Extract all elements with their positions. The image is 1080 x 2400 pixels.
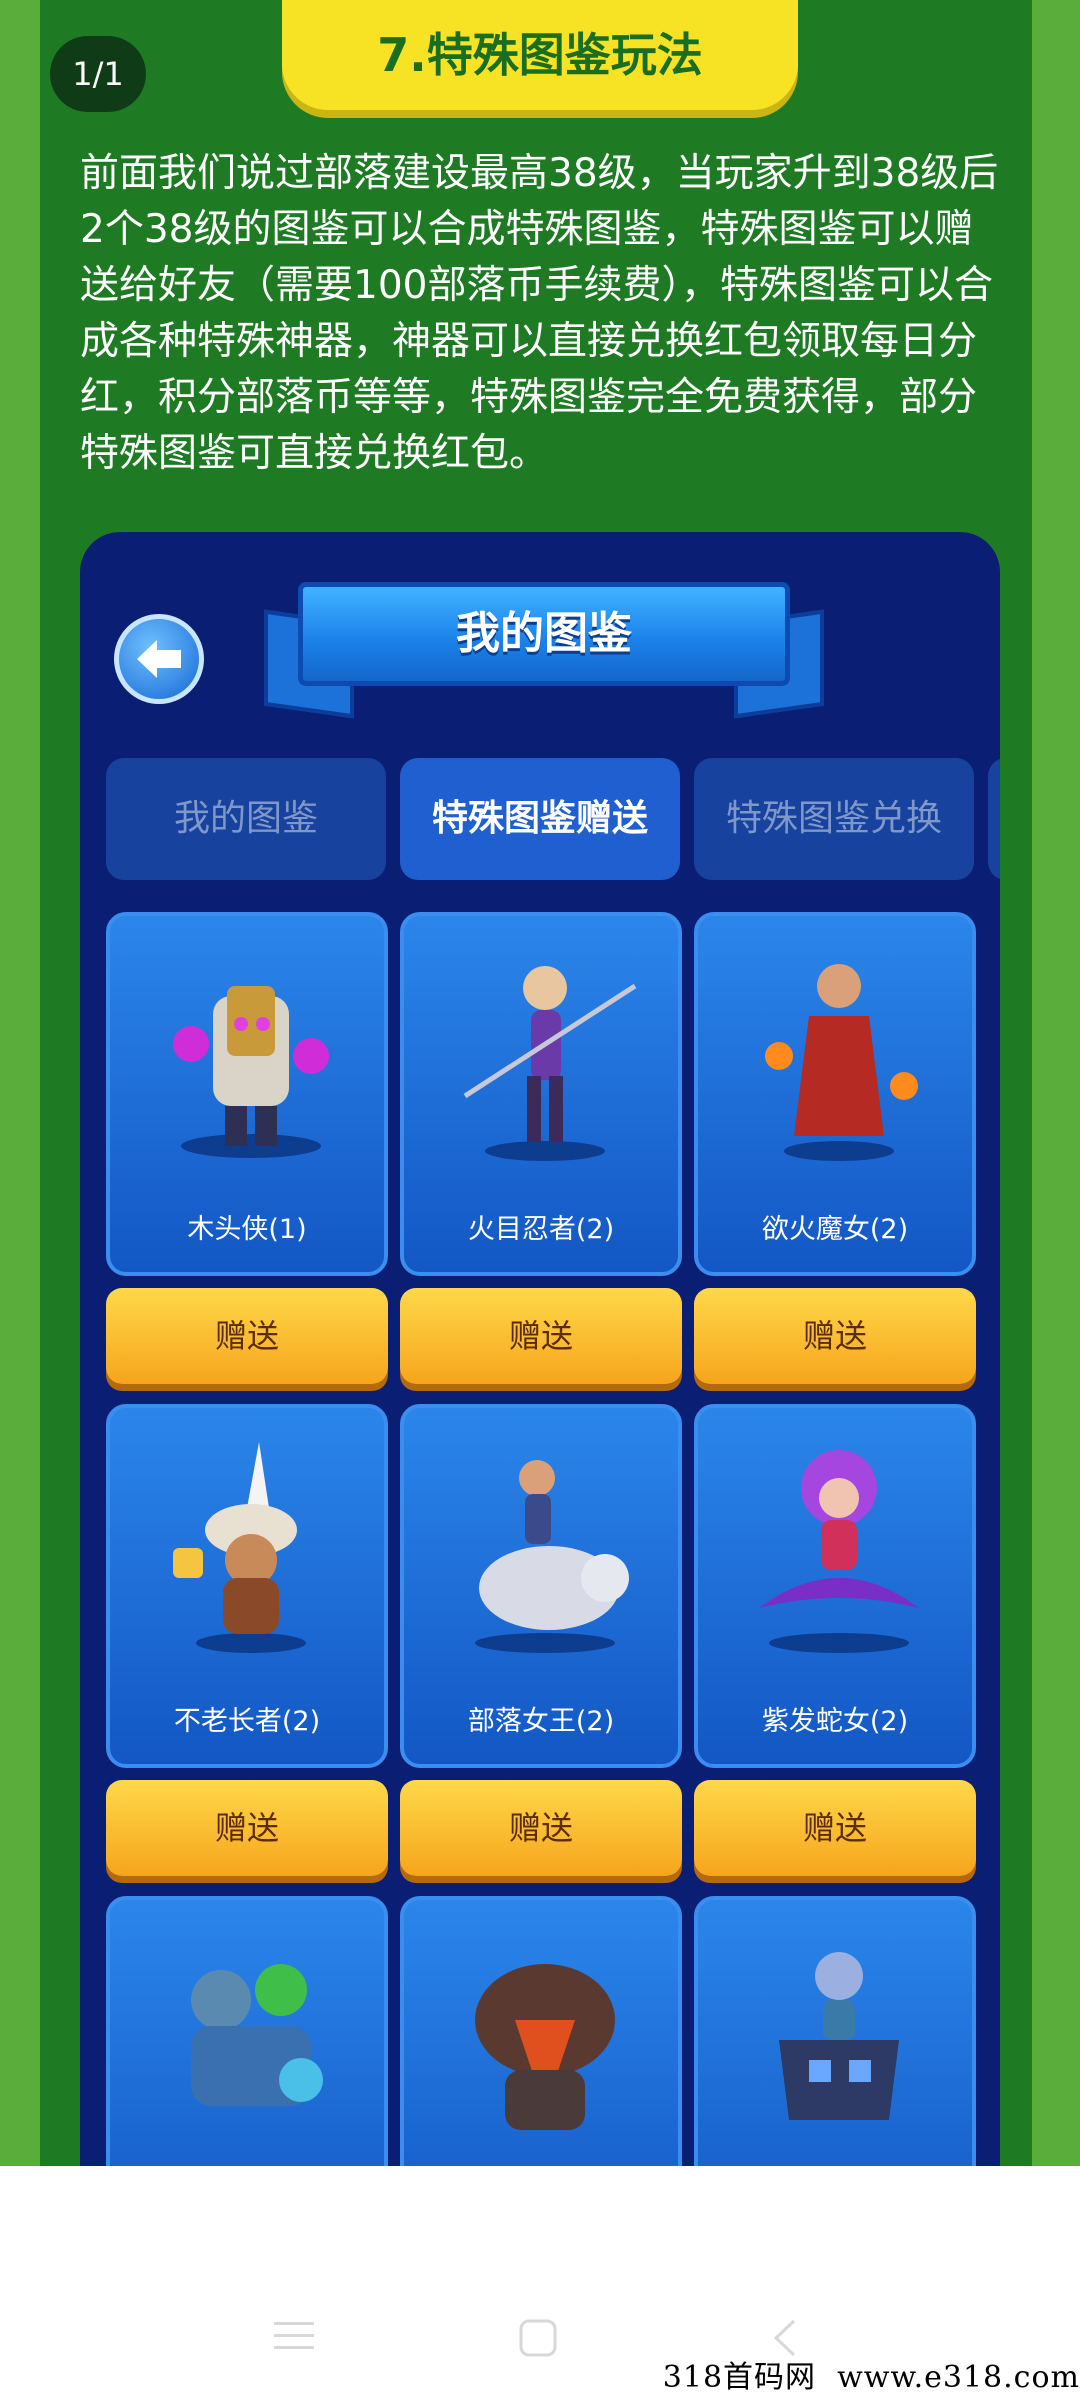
card-name: 欲火魔女(2) — [761, 1214, 909, 1245]
game-screenshot: 我的图鉴 我的图鉴 特殊图鉴赠送 特殊图鉴兑换 木头侠(1) 火目忍者(2) 欲… — [80, 532, 1000, 2232]
card-name: 部落女王(2) — [467, 1706, 615, 1737]
header-title: 我的图鉴 — [298, 582, 790, 686]
watermark: 318首码网 www.e318.com — [662, 2360, 1080, 2395]
gift-button[interactable]: 赠送 — [106, 1288, 388, 1384]
hero-portrait-icon — [765, 964, 918, 1161]
hero-portrait-icon — [779, 1952, 899, 2120]
hero-portrait-icon — [475, 1964, 615, 2130]
card-hero[interactable]: 不老长者(2) — [106, 1404, 388, 1768]
back-arrow-icon[interactable] — [114, 614, 204, 704]
gift-button[interactable]: 赠送 — [106, 1780, 388, 1876]
card-hero[interactable]: 部落女王(2) — [400, 1404, 682, 1768]
tab-special-gift[interactable]: 特殊图鉴赠送 — [400, 758, 680, 880]
gift-button[interactable]: 赠送 — [400, 1780, 682, 1876]
card-name: 火目忍者(2) — [467, 1214, 615, 1245]
card-hero[interactable]: 紫发蛇女(2) — [694, 1404, 976, 1768]
menu-icon[interactable] — [272, 2318, 316, 2354]
tab-my-collection[interactable]: 我的图鉴 — [106, 758, 386, 880]
card-name: 不老长者(2) — [173, 1706, 321, 1737]
hero-portrait-icon — [173, 986, 329, 1158]
tab-special-exchange[interactable]: 特殊图鉴兑换 — [694, 758, 974, 880]
hero-portrait-icon — [759, 1450, 919, 1653]
card-name: 紫发蛇女(2) — [761, 1706, 909, 1737]
gift-button[interactable]: 赠送 — [694, 1780, 976, 1876]
hero-portrait-icon — [191, 1964, 323, 2106]
page-counter: 1/1 — [50, 36, 146, 112]
home-icon[interactable] — [518, 2318, 558, 2358]
tab-more[interactable] — [988, 758, 1000, 880]
system-navigation-bar: 318首码网 www.e318.com — [0, 2166, 1080, 2400]
card-name: 木头侠(1) — [187, 1214, 307, 1245]
gift-button[interactable]: 赠送 — [400, 1288, 682, 1384]
hero-portrait-icon — [463, 966, 637, 1161]
card-hero[interactable]: 火目忍者(2) — [400, 912, 682, 1276]
section-title: 7.特殊图鉴玩法 — [282, 0, 798, 110]
card-hero[interactable]: 木头侠(1) — [106, 912, 388, 1276]
card-hero[interactable]: 欲火魔女(2) — [694, 912, 976, 1276]
intro-paragraph: 前面我们说过部落建设最高38级，当玩家升到38级后2个38级的图鉴可以合成特殊图… — [80, 151, 999, 476]
hero-portrait-icon — [475, 1460, 629, 1653]
gift-button[interactable]: 赠送 — [694, 1288, 976, 1384]
hero-portrait-icon — [173, 1442, 306, 1653]
